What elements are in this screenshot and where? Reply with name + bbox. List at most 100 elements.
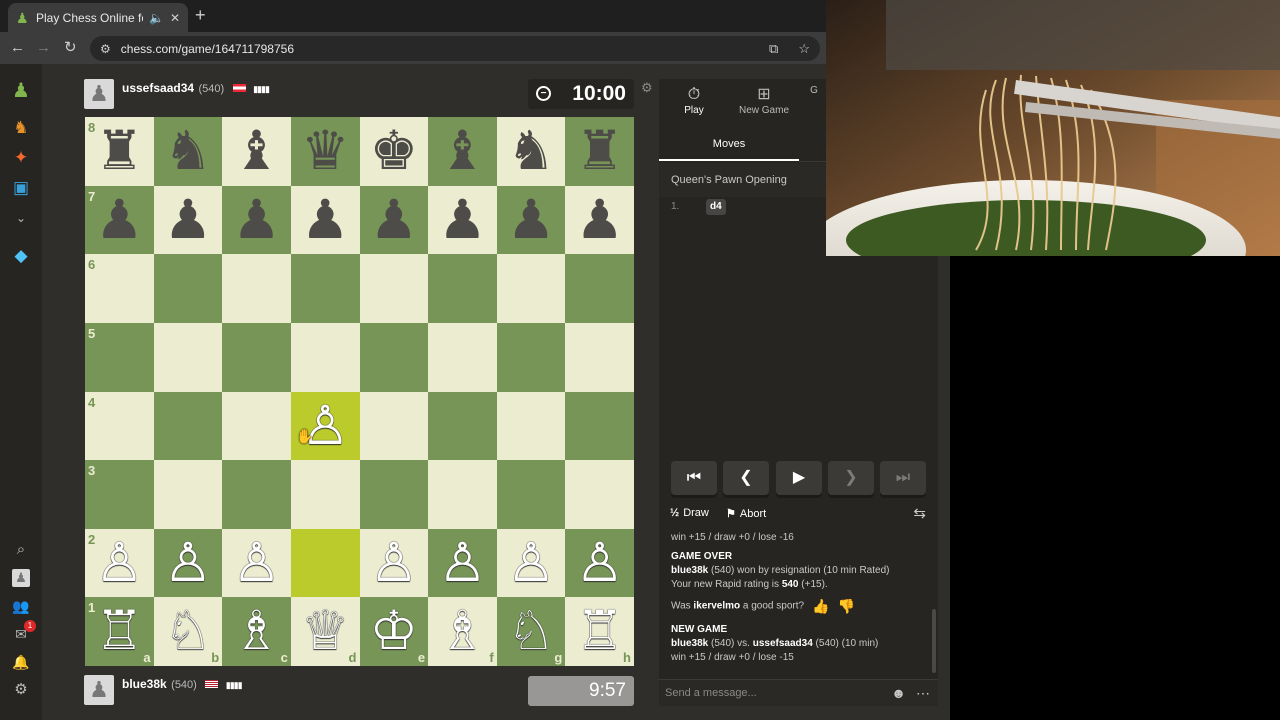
square-h4[interactable] — [565, 391, 634, 461]
black-piece-b7[interactable]: ♟ — [154, 186, 223, 255]
avatar[interactable]: ♟ — [84, 675, 114, 705]
ng-black[interactable]: ussefsaad34 — [753, 638, 813, 649]
black-piece-c8[interactable]: ♝ — [222, 117, 291, 186]
white-piece-f2[interactable]: ♙ — [428, 529, 497, 598]
chess-board[interactable]: 8 ♜ ♞ ♝ ♛ ♚ ♝ ♞ ♜ 7 ♟ ♟ ♟ ♟ ♟ ♟ ♟ ♟ 6 5 4 ♙ 3 2 ♙ ♙ ♙ ♙ ♙ ♙ ♙ 1 a ♖ b ♘ c ♗ d ♕… — [85, 117, 634, 666]
notifications-icon[interactable]: 🔔 — [11, 652, 31, 672]
white-piece-g2[interactable]: ♙ — [497, 529, 566, 598]
settings-icon[interactable]: ⚙ — [11, 680, 31, 700]
square-c6[interactable] — [222, 254, 291, 323]
black-piece-g8[interactable]: ♞ — [497, 117, 566, 186]
square-h2[interactable]: ♙ — [565, 528, 634, 598]
profile-icon[interactable]: ♟ — [12, 569, 30, 587]
square-h7[interactable]: ♟ — [565, 185, 634, 255]
square-g2[interactable]: ♙ — [496, 528, 566, 598]
white-piece-e1[interactable]: ♔ — [360, 597, 429, 666]
white-piece-h1[interactable]: ♖ — [565, 597, 634, 666]
draw-button[interactable]: ½ Draw — [670, 507, 709, 519]
black-piece-c7[interactable]: ♟ — [222, 186, 291, 255]
square-b7[interactable]: ♟ — [153, 185, 223, 255]
forward-arrow-icon[interactable]: → — [36, 40, 51, 56]
tab-play[interactable]: ⏱ Play — [659, 85, 729, 116]
square-a1[interactable]: 1 a ♖ — [85, 597, 154, 666]
reload-icon[interactable]: ↻ — [64, 40, 77, 56]
move-white[interactable]: d4 — [706, 199, 726, 215]
square-g4[interactable] — [496, 391, 566, 461]
site-settings-icon[interactable]: ⚙ — [100, 42, 111, 56]
square-g7[interactable]: ♟ — [496, 185, 566, 255]
square-e8[interactable]: ♚ — [359, 117, 429, 186]
square-a4[interactable]: 4 — [85, 391, 154, 461]
square-d7[interactable]: ♟ — [290, 185, 360, 255]
black-piece-h8[interactable]: ♜ — [565, 117, 634, 186]
tab-moves[interactable]: Moves — [659, 131, 799, 161]
black-piece-e7[interactable]: ♟ — [360, 186, 429, 255]
square-b8[interactable]: ♞ — [153, 117, 223, 186]
bottom-player-name[interactable]: blue38k — [122, 677, 167, 691]
black-piece-d8[interactable]: ♛ — [291, 117, 360, 186]
previous-move-button[interactable]: ❮ — [723, 461, 769, 495]
play-button[interactable]: ▶ — [776, 461, 822, 495]
square-a3[interactable]: 3 — [85, 460, 154, 529]
white-piece-e2[interactable]: ♙ — [360, 529, 429, 598]
tab-new-game[interactable]: ⊞ New Game — [729, 85, 799, 116]
square-a6[interactable]: 6 — [85, 254, 154, 323]
thumbs-down-icon[interactable]: 👎 — [838, 599, 855, 613]
white-piece-h2[interactable]: ♙ — [565, 529, 634, 598]
square-h3[interactable] — [565, 460, 634, 529]
square-b3[interactable] — [153, 460, 223, 529]
square-h1[interactable]: h ♖ — [565, 597, 634, 666]
square-g1[interactable]: g ♘ — [496, 597, 566, 666]
white-piece-f1[interactable]: ♗ — [428, 597, 497, 666]
play-icon[interactable]: ♞ — [11, 118, 31, 138]
square-f4[interactable] — [428, 391, 497, 461]
board-settings-gear-icon[interactable]: ⚙ — [641, 80, 653, 96]
square-e7[interactable]: ♟ — [359, 185, 429, 255]
ng-white[interactable]: blue38k — [671, 638, 708, 649]
black-piece-b8[interactable]: ♞ — [154, 117, 223, 186]
square-b2[interactable]: ♙ — [153, 528, 223, 598]
square-g6[interactable] — [496, 254, 566, 323]
speaker-icon[interactable]: 🔈 — [149, 11, 164, 25]
square-f6[interactable] — [428, 254, 497, 323]
square-g5[interactable] — [496, 322, 566, 392]
square-h5[interactable] — [565, 322, 634, 392]
first-move-button[interactable]: ⏮ — [671, 461, 717, 495]
thumbs-up-icon[interactable]: 👍 — [812, 599, 829, 613]
square-a8[interactable]: 8 ♜ — [85, 117, 154, 186]
square-d6[interactable] — [290, 254, 360, 323]
square-e4[interactable] — [359, 391, 429, 461]
result-player[interactable]: blue38k — [671, 565, 708, 576]
square-f8[interactable]: ♝ — [428, 117, 497, 186]
more-chevron-icon[interactable]: ⌄ — [11, 208, 31, 228]
square-b4[interactable] — [153, 391, 223, 461]
last-move-button[interactable]: ⏭ — [880, 461, 926, 495]
emoji-icon[interactable]: ☻ — [891, 680, 906, 706]
search-icon[interactable]: ⌕ — [11, 540, 31, 560]
white-piece-d1[interactable]: ♕ — [291, 597, 360, 666]
square-g8[interactable]: ♞ — [496, 117, 566, 186]
square-a2[interactable]: 2 ♙ — [85, 528, 154, 598]
square-f5[interactable] — [428, 322, 497, 392]
square-b1[interactable]: b ♘ — [153, 597, 223, 666]
chat-scrollbar[interactable] — [932, 609, 936, 673]
square-d2[interactable] — [290, 528, 360, 598]
white-piece-b1[interactable]: ♘ — [154, 597, 223, 666]
black-piece-a8[interactable]: ♜ — [85, 117, 154, 186]
new-tab-button[interactable]: + — [195, 6, 206, 24]
square-c3[interactable] — [222, 460, 291, 529]
white-piece-c1[interactable]: ♗ — [222, 597, 291, 666]
bookmark-star-icon[interactable]: ☆ — [798, 41, 810, 57]
square-a5[interactable]: 5 — [85, 322, 154, 392]
black-piece-a7[interactable]: ♟ — [85, 186, 154, 255]
puzzles-icon[interactable]: ✦ — [11, 148, 31, 168]
learn-icon[interactable]: ▣ — [11, 178, 31, 198]
flip-board-icon[interactable]: ⇆ — [913, 504, 926, 522]
square-b5[interactable] — [153, 322, 223, 392]
back-arrow-icon[interactable]: ← — [10, 40, 25, 56]
square-h8[interactable]: ♜ — [565, 117, 634, 186]
square-d8[interactable]: ♛ — [290, 117, 360, 186]
square-c7[interactable]: ♟ — [222, 185, 291, 255]
square-e1[interactable]: e ♔ — [359, 597, 429, 666]
square-b6[interactable] — [153, 254, 223, 323]
